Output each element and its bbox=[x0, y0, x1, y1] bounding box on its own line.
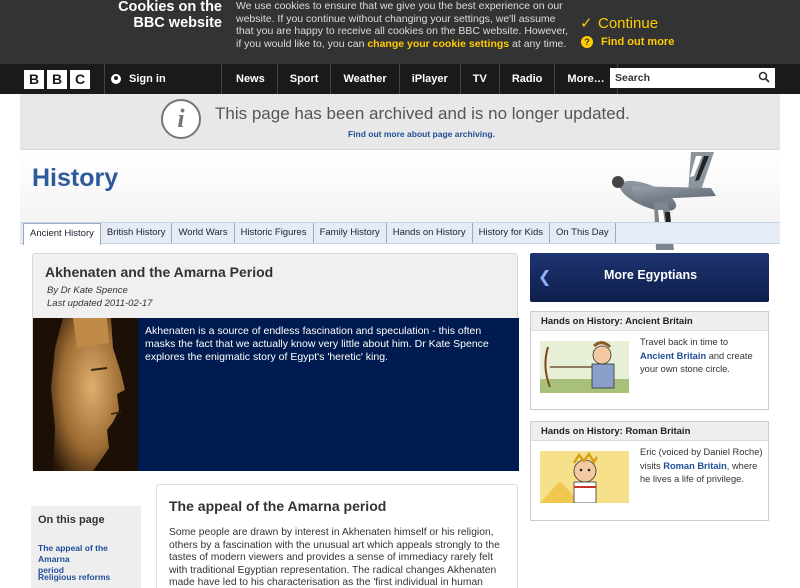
tab-ancient-history[interactable]: Ancient History bbox=[23, 223, 101, 245]
checkmark-icon: ✓ bbox=[580, 14, 593, 32]
nav-link-weather[interactable]: Weather bbox=[331, 64, 400, 94]
cookie-continue-button[interactable]: ✓ Continue bbox=[580, 15, 658, 32]
more-egyptians-button[interactable]: ❮ More Egyptians bbox=[530, 253, 769, 302]
nav-link-news[interactable]: News bbox=[224, 64, 278, 94]
ancient-britain-archer-image[interactable] bbox=[540, 341, 629, 393]
bbc-logo-block: B bbox=[24, 70, 44, 89]
article-title: Akhenaten and the Amarna Period bbox=[45, 264, 274, 280]
promo-card-roman-britain: Hands on History: Roman Britain Eric (vo… bbox=[530, 421, 769, 521]
promo-card-ancient-britain: Hands on History: Ancient Britain Travel… bbox=[530, 311, 769, 410]
tab-british-history[interactable]: British History bbox=[101, 223, 173, 243]
ancient-britain-link[interactable]: Ancient Britain bbox=[640, 351, 706, 361]
question-icon: ? bbox=[581, 36, 593, 48]
nav-link-sport[interactable]: Sport bbox=[278, 64, 332, 94]
tab-on-this-day[interactable]: On This Day bbox=[550, 223, 616, 243]
tab-family-history[interactable]: Family History bbox=[314, 223, 387, 243]
section-title: The appeal of the Amarna period bbox=[169, 498, 387, 514]
article-summary-panel: Akhenaten is a source of endless fascina… bbox=[33, 318, 519, 471]
tab-world-wars[interactable]: World Wars bbox=[172, 223, 235, 243]
sign-in-button[interactable]: Sign in bbox=[104, 64, 222, 94]
content-section: The appeal of the Amarna period Some peo… bbox=[156, 484, 518, 588]
on-this-page-title: On this page bbox=[38, 514, 105, 526]
bbc-logo-block: C bbox=[70, 70, 90, 89]
promo-card-text: Eric (voiced by Daniel Roche) visits Rom… bbox=[640, 447, 763, 484]
user-icon bbox=[111, 74, 121, 84]
roman-britain-link[interactable]: Roman Britain bbox=[663, 461, 727, 471]
akhenaten-statue-image bbox=[33, 318, 138, 471]
cookie-title: Cookies on the BBC website bbox=[118, 0, 222, 31]
info-icon: i bbox=[161, 99, 201, 139]
nav-link-tv[interactable]: TV bbox=[461, 64, 500, 94]
history-banner: History bbox=[20, 150, 780, 250]
article-meta: By Dr Kate Spence Last updated 2011-02-1… bbox=[47, 284, 152, 310]
promo-card-title[interactable]: Hands on History: Roman Britain bbox=[531, 422, 768, 441]
roman-britain-eric-image[interactable] bbox=[540, 451, 629, 503]
chevron-left-icon[interactable]: ❮ bbox=[538, 267, 551, 287]
article-summary: Akhenaten is a source of endless fascina… bbox=[145, 325, 489, 363]
nav-link-iplayer[interactable]: iPlayer bbox=[400, 64, 461, 94]
tab-hands-on-history[interactable]: Hands on History bbox=[387, 223, 473, 243]
promo-card-text: Travel back in time to Ancient Britain a… bbox=[640, 337, 753, 374]
nav-link-more[interactable]: More… bbox=[555, 64, 618, 94]
promo-card-title[interactable]: Hands on History: Ancient Britain bbox=[531, 312, 768, 331]
cookie-text: We use cookies to ensure that we give yo… bbox=[236, 0, 569, 50]
archive-info-link[interactable]: Find out more about page archiving. bbox=[348, 129, 495, 139]
page-title[interactable]: History bbox=[32, 164, 118, 193]
cookie-find-out-more-link[interactable]: ? Find out more bbox=[581, 36, 674, 48]
tab-history-for-kids[interactable]: History for Kids bbox=[473, 223, 551, 243]
bbc-logo-block: B bbox=[47, 70, 67, 89]
on-this-page-box: On this page The appeal of the Amarna pe… bbox=[31, 506, 141, 588]
bbc-logo[interactable]: B B C bbox=[24, 70, 90, 89]
nav-links: News Sport Weather iPlayer TV Radio More… bbox=[224, 64, 618, 94]
article-author: By Dr Kate Spence bbox=[47, 285, 128, 296]
cookie-settings-link[interactable]: change your cookie settings bbox=[367, 38, 509, 50]
section-tabs: Ancient History British History World Wa… bbox=[20, 222, 780, 245]
archive-notice: i This page has been archived and is no … bbox=[20, 94, 780, 150]
cookie-banner: Cookies on the BBC website We use cookie… bbox=[0, 0, 800, 64]
search-input[interactable]: Search bbox=[610, 68, 775, 88]
nav-link-radio[interactable]: Radio bbox=[500, 64, 556, 94]
archive-message: This page has been archived and is no lo… bbox=[215, 104, 630, 123]
article-header: Akhenaten and the Amarna Period By Dr Ka… bbox=[32, 253, 519, 471]
search-icon[interactable] bbox=[758, 71, 770, 83]
section-text: Some people are drawn by interest in Akh… bbox=[169, 527, 500, 588]
article-updated: Last updated 2011-02-17 bbox=[47, 298, 153, 309]
tab-historic-figures[interactable]: Historic Figures bbox=[235, 223, 314, 243]
on-this-page-link-religious-reforms[interactable]: Religious reforms bbox=[38, 572, 110, 583]
